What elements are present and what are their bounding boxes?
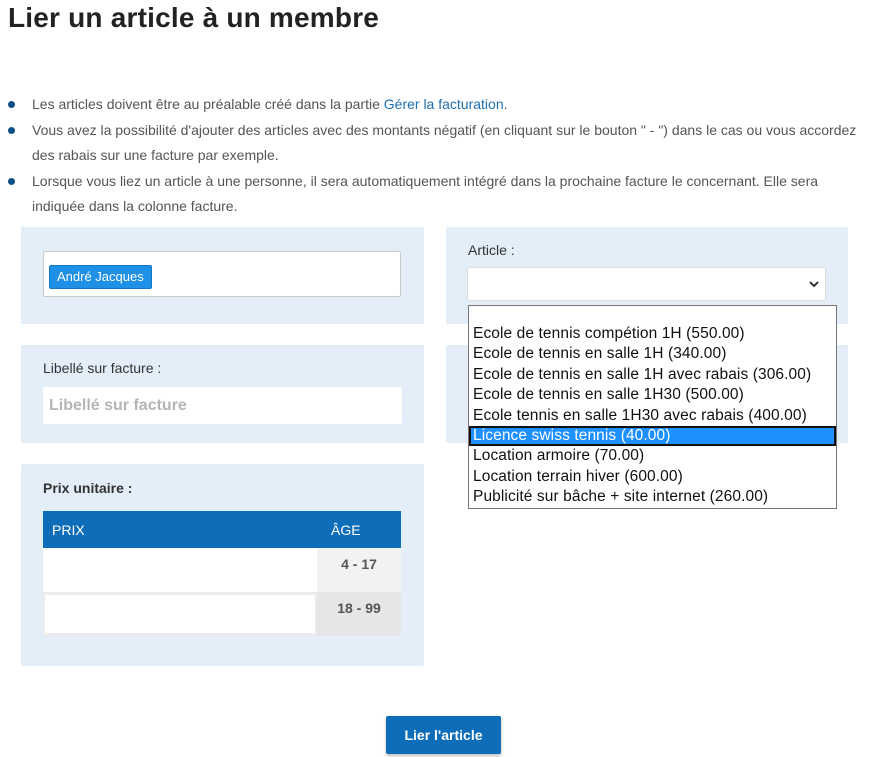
libelle-label: Libellé sur facture : [43,360,162,376]
member-panel: André Jacques [21,227,424,324]
article-label: Article : [468,242,515,258]
dropdown-option[interactable]: Ecole de tennis en salle 1H avec rabais … [469,365,836,385]
bullet-icon [8,177,15,185]
info-item: Vous avez la possibilité d'ajouter des a… [8,118,872,169]
dropdown-option[interactable]: Location terrain hiver (600.00) [469,467,836,487]
article-dropdown-list[interactable]: Ecole de tennis compétion 1H (550.00) Ec… [468,305,837,509]
bullet-icon [8,126,15,134]
column-header-prix: PRIX [52,522,85,538]
dropdown-option-selected[interactable]: Licence swiss tennis (40.00) [469,425,836,447]
link-article-button[interactable]: Lier l'article [386,716,501,754]
billing-link[interactable]: Gérer la facturation [384,96,504,112]
price-input[interactable] [45,595,315,633]
price-panel: Prix unitaire : PRIX ÂGE 4 - 17 18 - 99 [21,464,424,666]
table-row: 4 - 17 [43,548,401,592]
libelle-input[interactable] [43,387,402,424]
info-text: Vous avez la possibilité d'ajouter des a… [32,121,857,164]
article-select[interactable] [467,267,826,301]
column-header-age: ÂGE [331,522,361,538]
info-text: Lorsque vous liez un article à une perso… [32,172,819,215]
dropdown-option[interactable]: Location armoire (70.00) [469,446,836,466]
price-cell [43,548,317,592]
price-label: Prix unitaire : [43,480,133,496]
table-row: 18 - 99 [43,592,401,636]
chevron-down-icon [809,281,819,288]
dropdown-option[interactable]: Ecole tennis en salle 1H30 avec rabais (… [469,406,836,426]
info-list: Les articles doivent être au préalable c… [8,92,872,220]
price-cell [43,592,317,636]
dropdown-option[interactable]: Ecole de tennis en salle 1H (340.00) [469,344,836,364]
libelle-panel: Libellé sur facture : [21,345,424,443]
info-text-end: . [503,96,508,112]
info-item: Les articles doivent être au préalable c… [8,92,872,118]
price-table: PRIX ÂGE 4 - 17 18 - 99 [43,511,401,636]
member-select-input[interactable]: André Jacques [43,251,401,297]
age-cell: 18 - 99 [317,592,401,636]
member-tag[interactable]: André Jacques [49,265,152,289]
dropdown-option[interactable]: Ecole de tennis en salle 1H30 (500.00) [469,385,836,405]
age-cell: 4 - 17 [317,548,401,592]
price-input[interactable] [45,551,315,589]
dropdown-option[interactable]: Ecole de tennis compétion 1H (550.00) [469,324,836,344]
info-item: Lorsque vous liez un article à une perso… [8,169,872,220]
dropdown-option[interactable]: Publicité sur bâche + site internet (260… [469,487,836,507]
page-title: Lier un article à un membre [8,2,380,33]
info-text: Les articles doivent être au préalable c… [32,96,384,112]
bullet-icon [8,101,15,108]
price-table-header: PRIX ÂGE [43,511,401,548]
